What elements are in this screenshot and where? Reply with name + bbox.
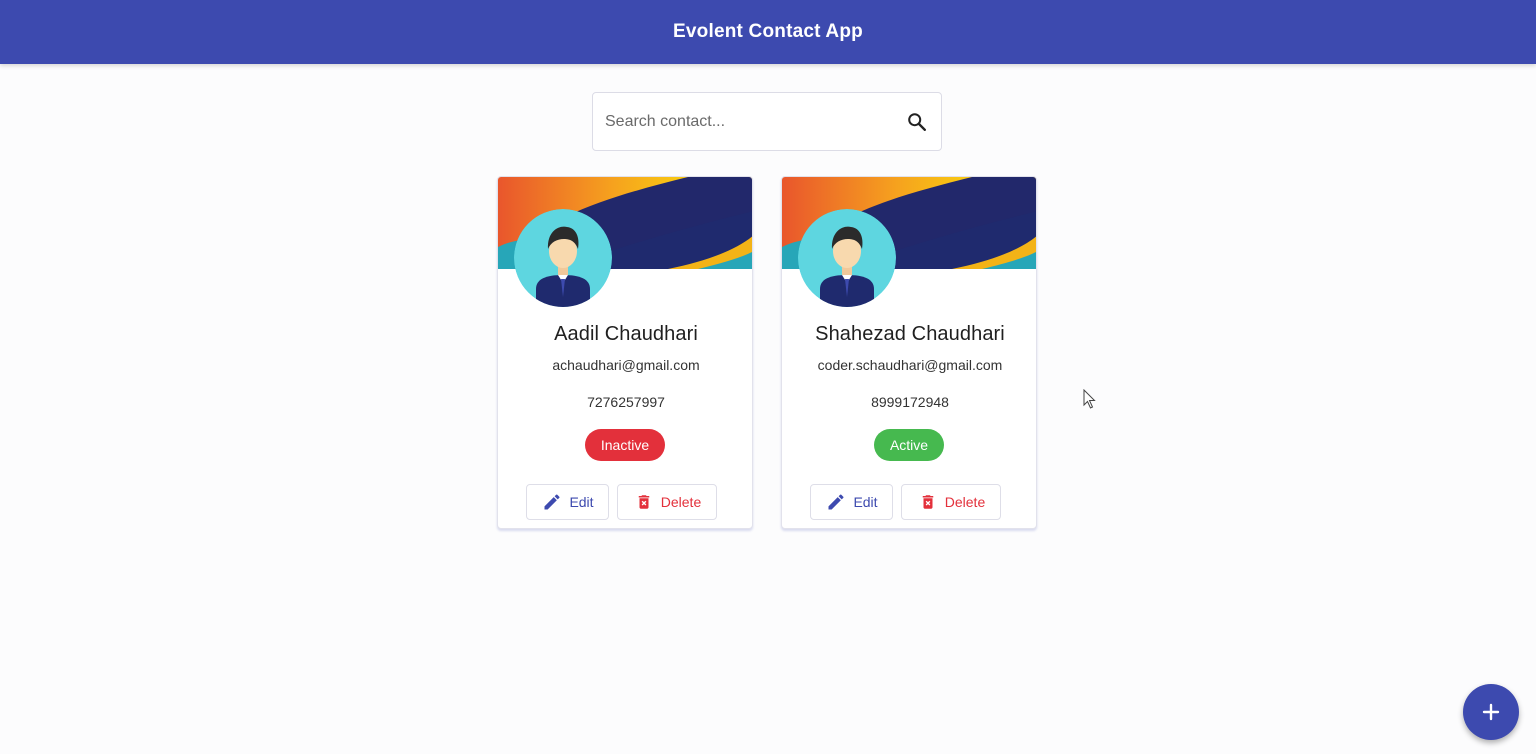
contact-name: Aadil Chaudhari — [554, 323, 698, 345]
contact-name: Shahezad Chaudhari — [815, 323, 1005, 345]
plus-icon — [1482, 703, 1500, 721]
edit-button[interactable]: Edit — [810, 484, 893, 520]
app-bar: Evolent Contact App — [0, 0, 1536, 64]
status-badge: Active — [874, 429, 944, 461]
contact-card: Aadil Chaudhari achaudhari@gmail.com 727… — [497, 176, 753, 529]
pencil-icon — [825, 491, 847, 513]
delete-button[interactable]: Delete — [901, 484, 1001, 520]
avatar — [514, 209, 612, 307]
trash-icon — [917, 491, 939, 513]
contact-email: coder.schaudhari@gmail.com — [817, 357, 1003, 373]
edit-label: Edit — [569, 494, 594, 510]
search-icon[interactable] — [905, 110, 929, 134]
avatar — [798, 209, 896, 307]
edit-label: Edit — [853, 494, 878, 510]
search-box — [592, 92, 942, 151]
contact-phone: 8999172948 — [871, 394, 949, 410]
contact-card: Shahezad Chaudhari coder.schaudhari@gmai… — [781, 176, 1037, 529]
delete-label: Delete — [944, 494, 986, 510]
edit-button[interactable]: Edit — [526, 484, 609, 520]
delete-button[interactable]: Delete — [617, 484, 717, 520]
delete-label: Delete — [660, 494, 702, 510]
app-title: Evolent Contact App — [673, 21, 863, 42]
contact-phone: 7276257997 — [587, 394, 665, 410]
add-contact-button[interactable] — [1463, 684, 1519, 740]
contact-email: achaudhari@gmail.com — [552, 357, 700, 373]
search-input[interactable] — [605, 112, 905, 131]
status-badge: Inactive — [585, 429, 665, 461]
trash-icon — [633, 491, 655, 513]
mouse-pointer-icon — [1083, 389, 1096, 409]
pencil-icon — [541, 491, 563, 513]
